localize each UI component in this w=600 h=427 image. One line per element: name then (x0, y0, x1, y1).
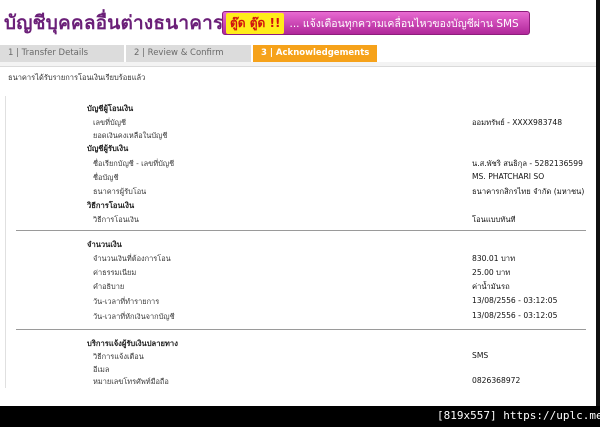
notify-phone-value: 0826368972 (472, 376, 521, 385)
fee-value: 25.00 บาท (472, 268, 511, 277)
from-account-number-label: เลขที่บัญชี (93, 118, 126, 127)
page-title: บัญชีบุคคลอื่นต่างธนาคาร (4, 12, 224, 34)
window-right-edge (596, 0, 600, 406)
tab-underline (0, 62, 600, 67)
tab-review-confirm[interactable]: 2 | Review & Confirm (126, 45, 253, 62)
to-account-name-value: MS. PHATCHARI SO (472, 172, 545, 181)
transfer-method-value: โอนแบบทันที (472, 215, 516, 224)
amount-heading: จำนวนเงิน (87, 240, 122, 249)
image-watermark: [819x557] https://uplc.me/ (437, 409, 600, 422)
notify-phone-label: หมายเลขโทรศัพท์มือถือ (93, 377, 169, 386)
to-account-name-label: ชื่อบัญชี (93, 173, 119, 182)
notify-recipient-heading: บริการแจ้งผู้รับเงินปลายทาง (87, 339, 178, 348)
transaction-datetime-value: 13/08/2556 - 03:12:05 (472, 296, 558, 305)
debit-datetime-label: วัน-เวลาที่หักเงินจากบัญชี (93, 312, 175, 321)
notify-method-value: SMS (472, 351, 489, 360)
amount-label: จำนวนเงินที่ต้องการโอน (93, 254, 171, 263)
to-account-bank-value: ธนาคารกสิกรไทย จำกัด (มหาชน) (472, 187, 585, 196)
sms-alert-banner[interactable]: ตู๊ด ตู๊ด !! ... แจ้งเตือนทุกความเคลื่อน… (222, 11, 530, 35)
content-left-border (5, 96, 6, 388)
notify-email-label: อีเมล (93, 365, 110, 374)
transfer-acknowledgement-page: บัญชีบุคคลอื่นต่างธนาคาร ตู๊ด ตู๊ด !! ..… (0, 0, 600, 408)
to-account-nickname-value: น.ส.พัชริ สนธิกุล - 5282136599 (472, 159, 583, 168)
step-tabs: 1 | Transfer Details 2 | Review & Confir… (0, 45, 600, 62)
memo-label: คำอธิบาย (93, 282, 125, 291)
transfer-method-heading: วิธีการโอนเงิน (87, 201, 135, 210)
tab-transfer-details[interactable]: 1 | Transfer Details (0, 45, 126, 62)
transaction-datetime-label: วัน-เวลาที่ทำรายการ (93, 297, 160, 306)
debit-datetime-value: 13/08/2556 - 03:12:05 (472, 311, 558, 320)
success-notice: ธนาคารได้รับรายการโอนเงินเรียบร้อยแล้ว (8, 73, 146, 82)
image-resolution-text: [819x557] (437, 409, 497, 422)
sms-banner-text: ... แจ้งเตือนทุกความเคลื่อนไหวของบัญชีผ่… (289, 17, 519, 30)
to-account-nickname-label: ชื่อเรียกบัญชี - เลขที่บัญชี (93, 159, 175, 168)
page-header: บัญชีบุคคลอื่นต่างธนาคาร ตู๊ด ตู๊ด !! ..… (0, 0, 600, 44)
tab-acknowledgements[interactable]: 3 | Acknowledgements (253, 45, 377, 62)
amount-value: 830.01 บาท (472, 254, 516, 263)
to-account-heading: บัญชีผู้รับเงิน (87, 144, 129, 153)
memo-value: ค่าน้ำมันรถ (472, 282, 510, 291)
section-divider (16, 230, 586, 231)
from-account-balance-label: ยอดเงินคงเหลือในบัญชี (93, 131, 168, 140)
notify-method-label: วิธีการแจ้งเตือน (93, 352, 144, 361)
transfer-method-label: วิธีการโอนเงิน (93, 215, 139, 224)
to-account-bank-label: ธนาคารผู้รับโอน (93, 187, 147, 196)
sms-banner-tag: ตู๊ด ตู๊ด !! (226, 12, 285, 34)
fee-label: ค่าธรรมเนียม (93, 268, 137, 277)
section-divider (16, 329, 586, 330)
watermark-site-text: https://uplc.me/ (503, 409, 600, 422)
from-account-number-value: ออมทรัพย์ - XXXX983748 (472, 118, 563, 127)
from-account-heading: บัญชีผู้โอนเงิน (87, 104, 134, 113)
